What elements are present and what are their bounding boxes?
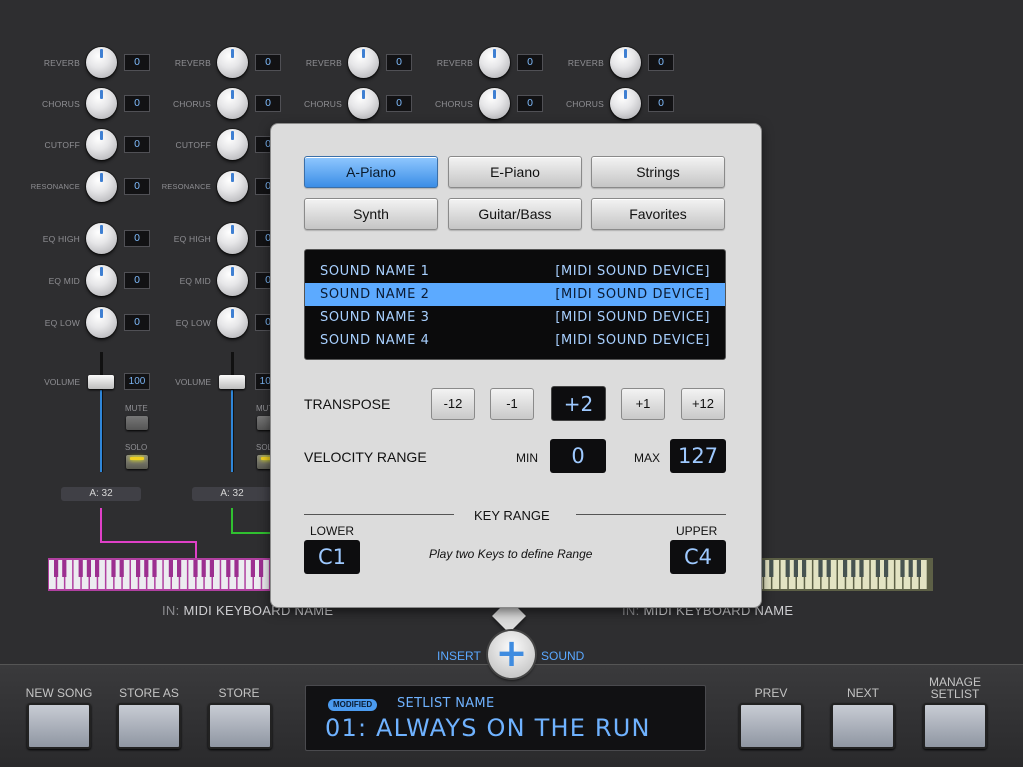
- black-key[interactable]: [193, 560, 198, 577]
- transpose-label: TRANSPOSE: [304, 396, 391, 412]
- sound-label: SOUND: [541, 649, 585, 663]
- velocity-min-field[interactable]: 0: [550, 439, 606, 473]
- new-song-label: NEW SONG: [25, 686, 93, 700]
- sound-name: SOUND NAME 1: [320, 264, 430, 279]
- next-button[interactable]: [831, 703, 895, 749]
- sound-list: SOUND NAME 1 [MIDI SOUND DEVICE] SOUND N…: [304, 249, 726, 360]
- upper-label: UPPER: [676, 524, 718, 538]
- manage-setlist-label: MANAGE SETLIST: [928, 675, 981, 701]
- upper-key-field[interactable]: C4: [670, 540, 726, 574]
- black-key[interactable]: [54, 560, 59, 577]
- category-e-piano[interactable]: E-Piano: [448, 156, 582, 188]
- black-key[interactable]: [259, 560, 264, 577]
- sound-name: SOUND NAME 3: [320, 310, 430, 325]
- black-key[interactable]: [136, 560, 141, 577]
- black-key[interactable]: [168, 560, 173, 577]
- next-label: NEXT: [846, 686, 879, 700]
- white-key[interactable]: [122, 560, 130, 589]
- sound-device: [MIDI SOUND DEVICE]: [555, 310, 710, 325]
- transpose-minus-1-button[interactable]: -1: [490, 388, 534, 420]
- black-key[interactable]: [62, 560, 67, 577]
- keyboard-left[interactable]: [48, 558, 273, 591]
- category-guitar-bass[interactable]: Guitar/Bass: [448, 198, 582, 230]
- white-key[interactable]: [262, 560, 269, 589]
- black-key[interactable]: [78, 560, 83, 577]
- route-line-1: [100, 508, 197, 560]
- transpose-value: +2: [551, 386, 606, 421]
- store-as-label: STORE AS: [119, 686, 179, 700]
- lower-label: LOWER: [310, 524, 355, 538]
- black-key[interactable]: [111, 560, 116, 577]
- sound-name: SOUND NAME 2: [320, 287, 430, 302]
- transpose-plus-1-button[interactable]: +1: [621, 388, 665, 420]
- black-key[interactable]: [95, 560, 100, 577]
- sound-popup: A-Piano E-Piano Strings Synth Guitar/Bas…: [271, 124, 761, 607]
- key-range-highlight: [755, 558, 933, 591]
- setlist-display: MODIFIED SETLIST NAME 01: ALWAYS ON THE …: [305, 685, 706, 751]
- white-key[interactable]: [155, 560, 163, 589]
- prev-button[interactable]: [739, 703, 803, 749]
- key-range-label: KEY RANGE: [474, 508, 550, 523]
- sound-row[interactable]: SOUND NAME 1 [MIDI SOUND DEVICE]: [305, 260, 725, 283]
- setlist-name: SETLIST NAME: [397, 696, 495, 711]
- black-key[interactable]: [177, 560, 182, 577]
- store-label: STORE: [218, 686, 260, 700]
- velocity-max-label: MAX: [634, 451, 661, 465]
- lower-key-field[interactable]: C1: [304, 540, 360, 574]
- velocity-range-label: VELOCITY RANGE: [304, 449, 427, 465]
- prev-label: PREV: [754, 686, 788, 700]
- black-key[interactable]: [152, 560, 157, 577]
- store-as-button[interactable]: [117, 703, 181, 749]
- category-a-piano[interactable]: A-Piano: [304, 156, 438, 188]
- transpose-minus-12-button[interactable]: -12: [431, 388, 475, 420]
- divider: [576, 514, 726, 515]
- black-key[interactable]: [86, 560, 91, 577]
- sound-name: SOUND NAME 4: [320, 333, 430, 348]
- transpose-plus-12-button[interactable]: +12: [681, 388, 725, 420]
- insert-label: INSERT: [437, 649, 481, 663]
- black-key[interactable]: [209, 560, 214, 577]
- route-line-2: [231, 508, 275, 534]
- category-synth[interactable]: Synth: [304, 198, 438, 230]
- velocity-min-label: MIN: [516, 451, 538, 465]
- white-key[interactable]: [65, 560, 73, 589]
- insert-sound-button[interactable]: +: [488, 631, 535, 678]
- velocity-max-field[interactable]: 127: [670, 439, 726, 473]
- white-key[interactable]: [180, 560, 187, 589]
- divider: [304, 514, 454, 515]
- sound-row-selected[interactable]: SOUND NAME 2 [MIDI SOUND DEVICE]: [305, 283, 725, 306]
- song-title: 01: ALWAYS ON THE RUN: [325, 714, 651, 742]
- plus-icon: +: [495, 631, 528, 675]
- modified-badge: MODIFIED: [328, 699, 378, 711]
- white-key[interactable]: [237, 560, 245, 589]
- keyboard-right[interactable]: [755, 558, 933, 591]
- new-song-button[interactable]: [27, 703, 91, 749]
- black-key[interactable]: [234, 560, 239, 577]
- category-strings[interactable]: Strings: [591, 156, 725, 188]
- black-key[interactable]: [144, 560, 149, 577]
- sound-device: [MIDI SOUND DEVICE]: [555, 264, 710, 279]
- black-key[interactable]: [226, 560, 231, 577]
- black-key[interactable]: [119, 560, 124, 577]
- input-prefix: IN:: [162, 603, 180, 618]
- sound-device: [MIDI SOUND DEVICE]: [555, 333, 710, 348]
- white-key[interactable]: [213, 560, 220, 589]
- sound-row[interactable]: SOUND NAME 4 [MIDI SOUND DEVICE]: [305, 329, 725, 352]
- manage-setlist-button[interactable]: [923, 703, 987, 749]
- black-key[interactable]: [201, 560, 206, 577]
- sound-row[interactable]: SOUND NAME 3 [MIDI SOUND DEVICE]: [305, 306, 725, 329]
- black-key[interactable]: [250, 560, 255, 577]
- white-key[interactable]: [98, 560, 105, 589]
- store-button[interactable]: [208, 703, 272, 749]
- key-range-hint: Play two Keys to define Range: [429, 547, 593, 561]
- sound-device: [MIDI SOUND DEVICE]: [555, 287, 710, 302]
- app-root: REVERB 0 CHORUS 0 CUTOFF 0 RESONANCE 0 EQ HIGH 0 E…: [0, 0, 1023, 767]
- category-favorites[interactable]: Favorites: [591, 198, 725, 230]
